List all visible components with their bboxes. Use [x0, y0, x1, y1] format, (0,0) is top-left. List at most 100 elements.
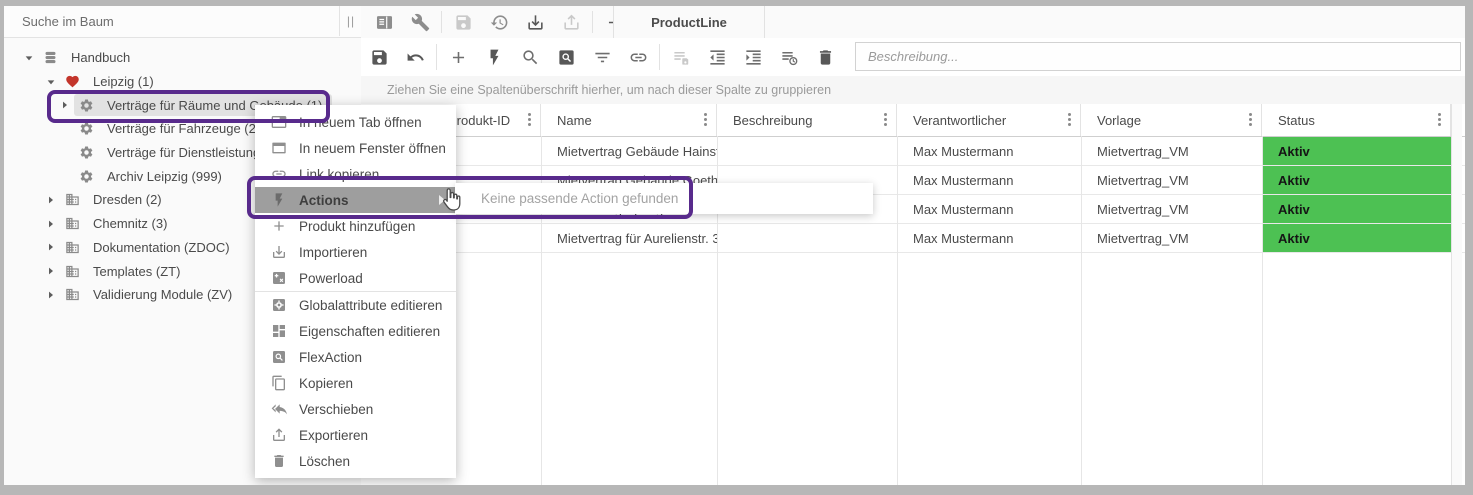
- wrench-icon: [411, 13, 430, 32]
- plus-icon: [270, 218, 287, 235]
- trash-button[interactable]: [807, 38, 843, 76]
- menu-item-produkt-hinzufügen[interactable]: Produkt hinzufügen: [255, 213, 456, 239]
- column-header-status[interactable]: Status: [1262, 104, 1451, 136]
- panel-resize-handle[interactable]: ||: [341, 6, 361, 36]
- save-icon: [454, 13, 473, 32]
- save-button[interactable]: [361, 38, 397, 76]
- menu-item-exportieren[interactable]: Exportieren: [255, 422, 456, 448]
- caret-right-icon[interactable]: [42, 192, 60, 208]
- column-menu-icon[interactable]: [528, 113, 531, 116]
- column-menu-icon[interactable]: [1068, 113, 1071, 116]
- gear-icon: [79, 121, 99, 137]
- table-row[interactable]: Mietvertrag für Aurelienstr. 3Max Muster…: [361, 224, 1465, 253]
- filter-button[interactable]: [584, 38, 620, 76]
- menu-item-powerload[interactable]: Powerload: [255, 265, 456, 291]
- menu-item-globalattribute-editieren[interactable]: Globalattribute editieren: [255, 291, 456, 318]
- menu-item-label: Importieren: [299, 245, 367, 260]
- menu-item-in-neuem-fenster-öffnen[interactable]: In neuem Fenster öffnen: [255, 135, 456, 161]
- column-header-beschreibung[interactable]: Beschreibung: [717, 104, 897, 136]
- tree-item-label: Leipzig (1): [93, 74, 154, 89]
- menu-item-importieren[interactable]: Importieren: [255, 239, 456, 265]
- scrollbar-track[interactable]: [1451, 104, 1462, 485]
- tree-item-label: Templates (ZT): [93, 264, 180, 279]
- tree-item-handbuch[interactable]: Handbuch: [4, 46, 361, 70]
- menu-item-verschieben[interactable]: Verschieben: [255, 396, 456, 422]
- tree-item-label: Dokumentation (ZDOC): [93, 240, 230, 255]
- column-header-label: Produkt-ID: [448, 113, 510, 128]
- building-icon: [65, 239, 85, 255]
- cell-name: Mietvertrag Gebäude Hainstr. 9: [541, 137, 717, 165]
- product-grid: Produkt-ID Name Beschreibung Verantwortlich…: [361, 104, 1465, 485]
- plus-button[interactable]: [440, 38, 476, 76]
- column-menu-icon[interactable]: [704, 113, 707, 116]
- menu-item-eigenschaften-editieren[interactable]: Eigenschaften editieren: [255, 318, 456, 344]
- table-row[interactable]: Mietvertrag Gebäude Hainstr. 9Max Muster…: [361, 137, 1465, 166]
- save-button: [445, 6, 481, 38]
- menu-item-link-kopieren[interactable]: Link kopieren: [255, 161, 456, 187]
- menu-item-in-neuem-tab-öffnen[interactable]: In neuem Tab öffnen: [255, 109, 456, 135]
- list-save-icon: [672, 48, 691, 67]
- caret-right-icon[interactable]: [42, 287, 60, 303]
- unindent-button[interactable]: [699, 38, 735, 76]
- export-icon: [270, 427, 287, 444]
- window-frame: || HandbuchLeipzig (1)Verträge für Räume…: [0, 0, 1473, 495]
- column-header-name[interactable]: Name: [541, 104, 717, 136]
- list-save-button: [663, 38, 699, 76]
- link-button[interactable]: [620, 38, 656, 76]
- column-header-verantwortlicher[interactable]: Verantwortlicher: [897, 104, 1081, 136]
- search-button[interactable]: [512, 38, 548, 76]
- menu-item-kopieren[interactable]: Kopieren: [255, 370, 456, 396]
- caret-right-icon[interactable]: [56, 97, 74, 113]
- column-menu-icon[interactable]: [884, 113, 887, 116]
- column-menu-icon[interactable]: [1438, 113, 1441, 116]
- menu-item-actions[interactable]: Actions: [255, 187, 456, 213]
- column-header-label: Name: [557, 113, 592, 128]
- menu-item-flexaction[interactable]: FlexAction: [255, 344, 456, 370]
- caret-down-icon[interactable]: [42, 74, 60, 90]
- menu-item-label: Powerload: [299, 271, 363, 286]
- download-button[interactable]: [517, 6, 553, 38]
- cell-beschreibung: [717, 224, 897, 252]
- menu-item-löschen[interactable]: Löschen: [255, 448, 456, 474]
- cell-verantwortlicher: Max Mustermann: [897, 195, 1081, 223]
- search-box-button[interactable]: [548, 38, 584, 76]
- context-menu: In neuem Tab öffnenIn neuem Fenster öffn…: [255, 105, 456, 478]
- tree-item-leipzig-1[interactable]: Leipzig (1): [4, 70, 361, 94]
- gear-icon: [79, 97, 99, 113]
- list-history-icon: [780, 48, 799, 67]
- panel-icon: [375, 13, 394, 32]
- caret-right-icon[interactable]: [42, 239, 60, 255]
- heart-icon: [65, 74, 85, 90]
- cell-vorlage: Mietvertrag_VM: [1081, 224, 1262, 252]
- column-menu-icon[interactable]: [1249, 113, 1252, 116]
- column-separator: [1081, 136, 1082, 485]
- lightning-button[interactable]: [476, 38, 512, 76]
- download-icon: [526, 13, 545, 32]
- search-icon: [521, 48, 540, 67]
- column-header-vorlage[interactable]: Vorlage: [1081, 104, 1262, 136]
- beschreibung-filter-input[interactable]: [855, 42, 1461, 71]
- list-history-button[interactable]: [771, 38, 807, 76]
- upload-icon: [562, 13, 581, 32]
- tab-productline[interactable]: ProductLine: [613, 6, 765, 38]
- indent-button[interactable]: [735, 38, 771, 76]
- tree-search-input[interactable]: [4, 6, 340, 36]
- undo-button[interactable]: [397, 38, 433, 76]
- wrench-button[interactable]: [402, 6, 438, 38]
- column-separator: [897, 136, 898, 485]
- menu-item-label: Globalattribute editieren: [299, 298, 442, 313]
- caret-right-icon[interactable]: [42, 263, 60, 279]
- caret-right-icon[interactable]: [42, 216, 60, 232]
- history-button[interactable]: [481, 6, 517, 38]
- tree-search-bar: ||: [4, 6, 361, 38]
- cell-name: Mietvertrag für Aurelienstr. 3: [541, 224, 717, 252]
- menu-item-label: Kopieren: [299, 376, 353, 391]
- cell-status: Aktiv: [1262, 195, 1451, 223]
- column-header-label: Verantwortlicher: [913, 113, 1006, 128]
- menu-item-label: Verschieben: [299, 402, 373, 417]
- panel-button[interactable]: [366, 6, 402, 38]
- caret-down-icon[interactable]: [20, 50, 38, 66]
- menu-item-label: Löschen: [299, 454, 350, 469]
- group-by-bar[interactable]: Ziehen Sie eine Spaltenüberschrift hierh…: [361, 76, 1465, 105]
- cell-status: Aktiv: [1262, 224, 1451, 252]
